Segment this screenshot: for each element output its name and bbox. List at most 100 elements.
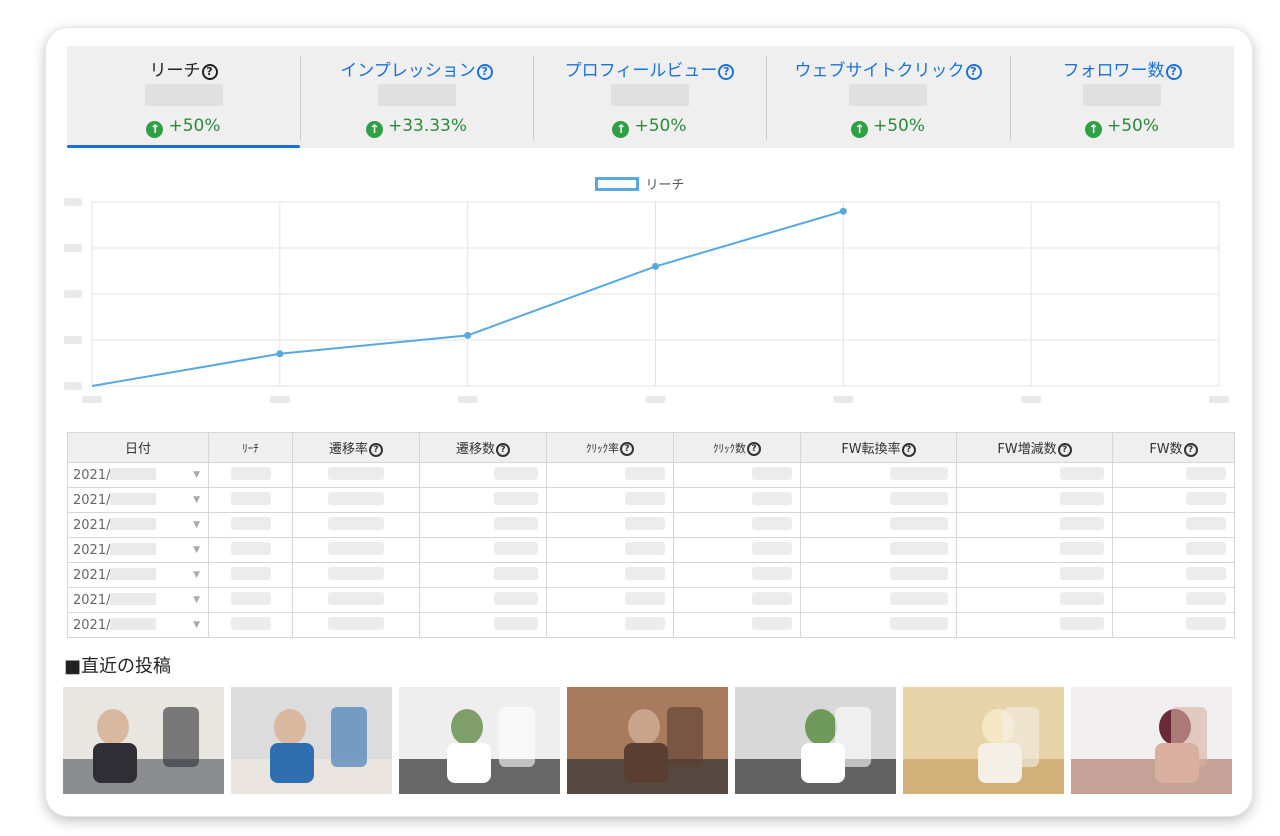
table-cell — [1112, 587, 1235, 613]
tab-metric-0[interactable]: リーチ? ↑ +50% — [67, 46, 300, 148]
table-cell — [546, 537, 674, 563]
table-header-row: 日付 ﾘｰﾁ 遷移率? 遷移数? ｸﾘｯｸ率? ｸﾘｯｸ数? FW転換率? FW増減数? FW数… — [67, 432, 1235, 463]
x-tick-redacted — [269, 396, 290, 403]
help-icon[interactable]: ? — [747, 441, 761, 456]
table-cell — [800, 512, 957, 538]
column-header-7: FW増減数? — [956, 432, 1113, 463]
table-cell — [292, 612, 420, 638]
table-cell — [1112, 612, 1235, 638]
table-cell — [1112, 537, 1235, 563]
date-select[interactable]: 2021/ ▼ — [67, 487, 209, 513]
table-row: 2021/ ▼ — [67, 562, 1235, 588]
table-cell — [956, 487, 1113, 513]
value-redacted — [752, 541, 792, 555]
value-redacted — [890, 466, 948, 480]
tab-label-text: リーチ — [149, 61, 201, 81]
tab-label: インプレッション? — [300, 56, 533, 81]
tab-label-text: プロフィールビュー — [564, 61, 718, 81]
date-select[interactable]: 2021/ ▼ — [67, 462, 209, 488]
data-point — [276, 350, 284, 358]
post-thumbnail[interactable] — [735, 687, 896, 794]
date-select[interactable]: 2021/ ▼ — [67, 562, 209, 588]
post-thumbnail[interactable] — [399, 687, 560, 794]
table-cell — [1112, 512, 1235, 538]
post-thumbnail[interactable] — [1071, 687, 1232, 794]
tab-change-value: +33.33% — [387, 116, 468, 136]
table-cell — [208, 512, 293, 538]
value-redacted — [625, 466, 665, 480]
tab-label: リーチ? — [67, 56, 300, 81]
date-select[interactable]: 2021/ ▼ — [67, 537, 209, 563]
help-icon[interactable]: ? — [718, 64, 735, 80]
value-redacted — [328, 541, 384, 555]
date-redacted — [110, 592, 157, 605]
data-point — [652, 262, 659, 270]
help-icon[interactable]: ? — [496, 443, 510, 457]
help-icon[interactable]: ? — [476, 64, 493, 80]
tab-change: ↑ +33.33% — [300, 116, 533, 138]
table-cell — [673, 612, 801, 638]
table-cell — [419, 587, 547, 613]
help-icon[interactable]: ? — [1057, 443, 1072, 457]
value-redacted — [230, 466, 271, 480]
table-cell — [1112, 562, 1235, 588]
post-image — [735, 687, 896, 794]
table-cell — [208, 487, 293, 513]
help-icon[interactable]: ? — [1183, 443, 1198, 457]
value-redacted — [1186, 616, 1226, 630]
chart-legend[interactable]: リーチ — [0, 174, 1280, 193]
help-icon[interactable]: ? — [965, 64, 982, 80]
table-cell — [546, 462, 674, 488]
column-header-label: 遷移率 — [328, 442, 368, 457]
tab-change-value: +50% — [872, 116, 926, 136]
value-redacted — [494, 516, 538, 530]
help-icon[interactable]: ? — [620, 441, 634, 456]
date-select[interactable]: 2021/ ▼ — [67, 512, 209, 538]
post-thumbnail[interactable] — [63, 687, 224, 794]
value-redacted — [1186, 566, 1226, 580]
table-cell — [546, 487, 674, 513]
data-point — [464, 331, 472, 339]
post-thumbnail[interactable] — [231, 687, 392, 794]
table-cell — [956, 612, 1113, 638]
date-select[interactable]: 2021/ ▼ — [67, 587, 209, 613]
value-redacted — [890, 491, 948, 505]
table-cell — [1112, 487, 1235, 513]
column-header-label: ｸﾘｯｸ率 — [586, 441, 619, 455]
chevron-down-icon: ▼ — [193, 520, 200, 530]
tab-metric-1[interactable]: インプレッション? ↑ +33.33% — [300, 46, 533, 148]
y-tick-redacted — [64, 198, 82, 206]
table-cell — [419, 612, 547, 638]
value-redacted — [230, 541, 271, 555]
table-cell — [1112, 462, 1235, 488]
value-redacted — [328, 466, 384, 480]
post-thumbnail[interactable] — [567, 687, 728, 794]
value-redacted — [1060, 591, 1104, 605]
help-icon[interactable]: ? — [1165, 64, 1182, 80]
value-redacted — [1060, 541, 1104, 555]
tab-metric-2[interactable]: プロフィールビュー? ↑ +50% — [533, 46, 766, 148]
date-prefix: 2021/ — [73, 467, 111, 483]
date-prefix: 2021/ — [73, 542, 111, 558]
tab-change-value: +50% — [168, 116, 221, 136]
post-thumbnail[interactable] — [903, 687, 1064, 794]
tab-metric-3[interactable]: ウェブサイトクリック? ↑ +50% — [766, 46, 1010, 148]
value-redacted — [328, 566, 384, 580]
value-redacted — [752, 491, 792, 505]
chevron-down-icon: ▼ — [193, 620, 200, 630]
help-icon[interactable]: ? — [901, 443, 916, 457]
table-cell — [208, 462, 293, 488]
help-icon[interactable]: ? — [369, 443, 383, 457]
date-select[interactable]: 2021/ ▼ — [67, 612, 209, 638]
help-icon[interactable]: ? — [201, 64, 218, 80]
post-image — [1071, 687, 1232, 794]
chevron-down-icon: ▼ — [193, 495, 200, 505]
x-tick-redacted — [645, 396, 666, 403]
tab-metric-4[interactable]: フォロワー数? ↑ +50% — [1010, 46, 1234, 148]
value-redacted — [494, 466, 538, 480]
x-tick-redacted — [457, 396, 478, 403]
y-tick-redacted — [64, 244, 82, 252]
tab-value-redacted — [610, 84, 689, 106]
value-redacted — [890, 591, 948, 605]
arrow-up-icon: ↑ — [612, 121, 630, 138]
